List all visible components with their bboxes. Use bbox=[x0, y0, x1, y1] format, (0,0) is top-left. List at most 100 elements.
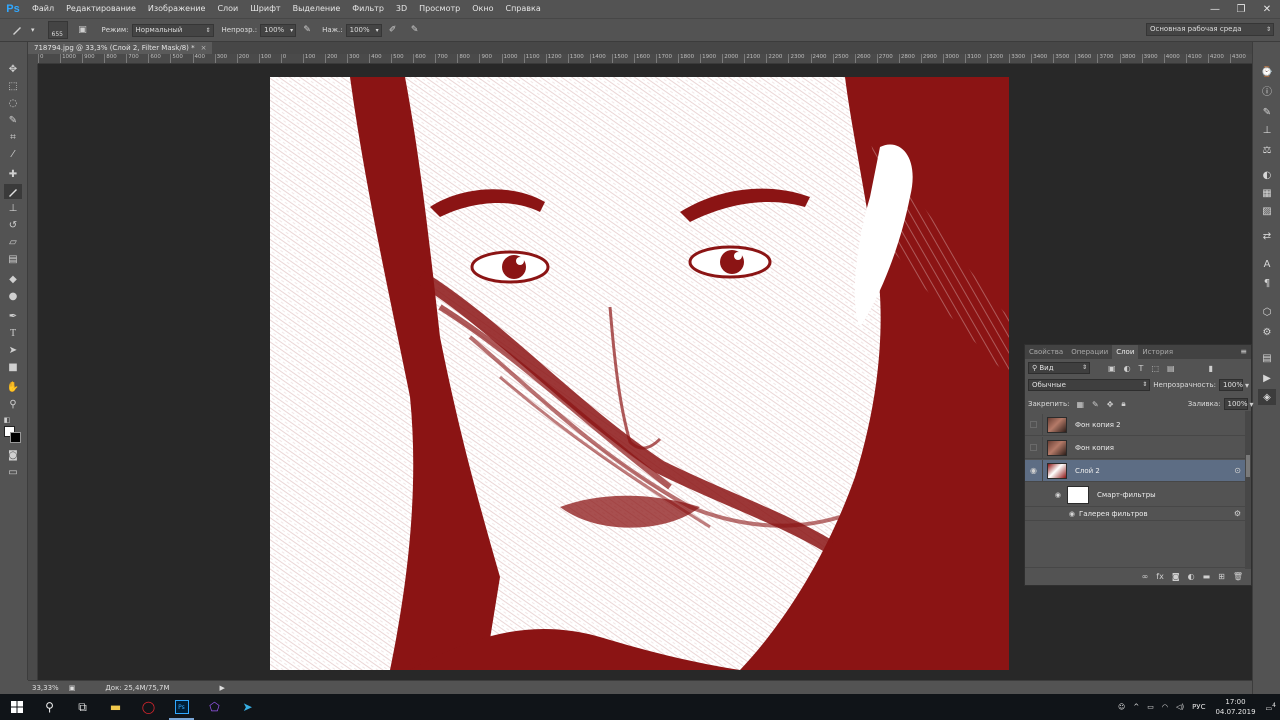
horizontal-ruler[interactable]: 0 1000 900 800 700 600 500 400 300 200 100 0 100 200 3… bbox=[38, 54, 1252, 64]
path-select-tool-icon[interactable]: ➤ bbox=[4, 343, 22, 358]
default-colors-icon[interactable]: ◧ bbox=[2, 412, 12, 427]
pinned-app-icon[interactable]: ⬠ bbox=[198, 694, 231, 720]
search-icon[interactable]: ⚲ bbox=[33, 694, 66, 720]
history-panel-icon[interactable]: ⌚ bbox=[1258, 64, 1276, 80]
hand-tool-icon[interactable]: ✋ bbox=[4, 380, 22, 395]
menu-view[interactable]: Просмотр bbox=[413, 0, 466, 18]
clock[interactable]: 17:00 04.07.2019 bbox=[1215, 697, 1255, 717]
brush-tool-preset-icon[interactable] bbox=[10, 23, 24, 37]
status-menu-arrow-icon[interactable]: ▶ bbox=[220, 684, 225, 692]
lasso-tool-icon[interactable]: ◌ bbox=[4, 96, 22, 111]
panel-menu-icon[interactable]: ≡ bbox=[1240, 345, 1247, 359]
layers-panel-icon[interactable]: ◈ bbox=[1258, 389, 1276, 405]
close-tab-icon[interactable]: × bbox=[201, 42, 207, 54]
task-view-icon[interactable]: ⧉ bbox=[66, 694, 99, 720]
filter-gallery-row[interactable]: ◉ Галерея фильтров ⚙ bbox=[1025, 507, 1245, 521]
properties-panel-icon[interactable]: ⚙ bbox=[1258, 324, 1276, 340]
menu-edit[interactable]: Редактирование bbox=[60, 0, 142, 18]
lock-all-icon[interactable]: 🔒︎ bbox=[1121, 399, 1125, 409]
menu-filter[interactable]: Фильтр bbox=[346, 0, 390, 18]
screen-mode-icon[interactable]: ▭ bbox=[4, 465, 22, 480]
layer-opacity-input[interactable]: 100% bbox=[1218, 379, 1243, 391]
color-panel-icon[interactable]: ◐ bbox=[1258, 167, 1276, 183]
filter-blending-options-icon[interactable]: ⚙ bbox=[1234, 509, 1241, 518]
wifi-icon[interactable]: ◠ bbox=[1162, 703, 1168, 711]
link-layers-icon[interactable]: ∞ bbox=[1142, 572, 1149, 581]
shape-tool-icon[interactable]: ■ bbox=[4, 360, 22, 375]
airbrush-icon[interactable]: ✐ bbox=[386, 23, 400, 37]
tool-preset-arrow-icon[interactable]: ▾ bbox=[31, 26, 35, 34]
filter-toggle-icon[interactable]: ▮ bbox=[1209, 364, 1213, 373]
photoshop-taskbar-icon[interactable]: Ps bbox=[165, 694, 198, 720]
filter-shape-icon[interactable]: ⬚ bbox=[1151, 364, 1159, 373]
brush-tool-icon[interactable] bbox=[4, 184, 22, 199]
restore-button[interactable]: ❐ bbox=[1228, 0, 1254, 18]
tray-expand-icon[interactable]: ^ bbox=[1133, 703, 1139, 711]
new-layer-icon[interactable]: ⊞ bbox=[1218, 572, 1225, 581]
close-button[interactable]: ✕ bbox=[1254, 0, 1280, 18]
eyedropper-tool-icon[interactable]: ⁄ bbox=[4, 147, 22, 162]
start-button[interactable] bbox=[0, 694, 33, 720]
pressure-input[interactable]: 100% ▾ bbox=[345, 23, 382, 37]
type-tool-icon[interactable]: T bbox=[4, 326, 22, 341]
language-indicator[interactable]: РУС bbox=[1192, 703, 1205, 711]
minimize-button[interactable]: — bbox=[1202, 0, 1228, 18]
eraser-tool-icon[interactable]: ▱ bbox=[4, 235, 22, 250]
layer-row-selected[interactable]: ◉ Слой 2 ⊙ bbox=[1025, 459, 1245, 482]
people-icon[interactable]: ☺ bbox=[1118, 703, 1125, 711]
lock-image-icon[interactable]: ✎ bbox=[1092, 400, 1099, 409]
menu-type[interactable]: Шрифт bbox=[244, 0, 286, 18]
brush-size-picker[interactable]: 655 bbox=[47, 21, 68, 39]
tablet-opacity-icon[interactable]: ✎ bbox=[300, 23, 314, 37]
filter-gallery-visibility[interactable]: ◉ bbox=[1025, 510, 1075, 518]
healing-brush-tool-icon[interactable]: ✚ bbox=[4, 167, 22, 182]
gradient-tool-icon[interactable]: ▤ bbox=[4, 252, 22, 267]
paths-panel-icon[interactable]: ⇄ bbox=[1258, 228, 1276, 244]
menu-help[interactable]: Справка bbox=[499, 0, 546, 18]
move-tool-icon[interactable]: ✥ bbox=[4, 62, 22, 77]
paragraph-panel-icon[interactable]: ¶ bbox=[1258, 275, 1276, 291]
menu-file[interactable]: Файл bbox=[26, 0, 60, 18]
filter-smart-object-icon[interactable]: ▤ bbox=[1167, 364, 1175, 373]
document-canvas[interactable] bbox=[270, 77, 1009, 670]
zoom-level[interactable]: 33,33% bbox=[32, 684, 59, 692]
tablet-size-icon[interactable]: ✎ bbox=[408, 23, 422, 37]
layers-scrollbar[interactable] bbox=[1245, 411, 1251, 569]
vertical-ruler[interactable] bbox=[28, 64, 38, 680]
layer-row[interactable]: Фон копия 2 bbox=[1025, 413, 1245, 436]
scrollbar-thumb[interactable] bbox=[1246, 455, 1250, 477]
filter-adjustment-icon[interactable]: ◐ bbox=[1124, 364, 1131, 373]
notification-center-icon[interactable]: ▭4 bbox=[1266, 702, 1276, 712]
marquee-tool-icon[interactable]: ⬚ bbox=[4, 79, 22, 94]
layer-filter-select[interactable]: ⚲ Вид ⇕ bbox=[1028, 362, 1090, 374]
fill-input[interactable]: 100% bbox=[1223, 398, 1248, 410]
layer-opacity-dropdown-icon[interactable]: ▾ bbox=[1245, 381, 1249, 390]
adjustments-panel-icon[interactable]: ⚖ bbox=[1258, 142, 1276, 158]
volume-icon[interactable]: ◁) bbox=[1176, 703, 1184, 711]
layer-visibility-toggle[interactable] bbox=[1025, 413, 1043, 436]
document-tab[interactable]: 718794.jpg @ 33,3% (Слой 2, Filter Mask/… bbox=[28, 42, 213, 54]
new-group-icon[interactable]: ▬ bbox=[1203, 572, 1211, 581]
channels-panel-icon[interactable]: ▤ bbox=[1258, 350, 1276, 366]
menu-image[interactable]: Изображение bbox=[142, 0, 212, 18]
actions-panel-icon[interactable]: ▶ bbox=[1258, 370, 1276, 386]
layer-row[interactable]: Фон копия bbox=[1025, 436, 1245, 459]
mode-select[interactable]: Нормальный ⇕ bbox=[131, 23, 214, 37]
opera-browser-icon[interactable]: ◯ bbox=[132, 694, 165, 720]
background-color-swatch[interactable] bbox=[10, 432, 21, 443]
layer-visibility-toggle[interactable] bbox=[1025, 436, 1043, 459]
tab-layers[interactable]: Слои bbox=[1112, 345, 1139, 359]
menu-window[interactable]: Окно bbox=[466, 0, 499, 18]
smart-filters-visibility[interactable]: ◉ bbox=[1025, 491, 1061, 499]
swatches-panel-icon[interactable]: ▦ bbox=[1258, 185, 1276, 201]
lock-position-icon[interactable]: ✥ bbox=[1107, 400, 1114, 409]
file-explorer-icon[interactable]: ▬ bbox=[99, 694, 132, 720]
brush-panel-icon[interactable]: ▣ bbox=[76, 23, 90, 37]
tab-properties[interactable]: Свойства bbox=[1025, 345, 1067, 359]
quick-select-tool-icon[interactable]: ✎ bbox=[4, 113, 22, 128]
opacity-input[interactable]: 100% ▾ bbox=[260, 23, 297, 37]
smart-filters-row[interactable]: ◉ Смарт-фильтры bbox=[1025, 483, 1245, 507]
menu-select[interactable]: Выделение bbox=[287, 0, 347, 18]
filter-pixel-icon[interactable]: ▣ bbox=[1108, 364, 1116, 373]
layer-style-icon[interactable]: fx bbox=[1156, 572, 1164, 581]
